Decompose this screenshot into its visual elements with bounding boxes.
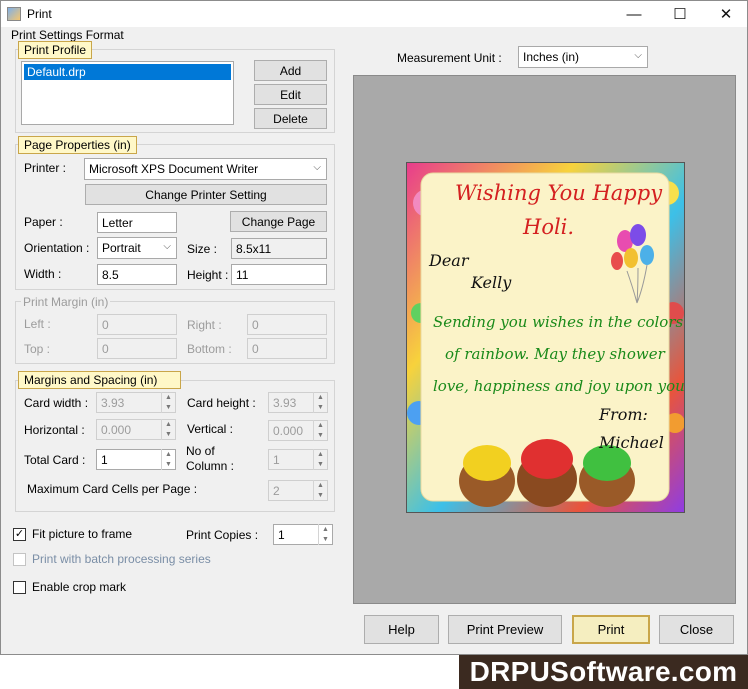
vertical-spinner[interactable]: ▲ ▼ [313,420,327,441]
page-properties-label: Page Properties (in) [18,136,137,154]
close-button[interactable]: Close [659,615,734,644]
height-field[interactable]: 11 [231,264,327,285]
watermark-logo: DRPUSoftware.com [459,655,748,689]
right-label: Right : [187,318,222,332]
card-message-line3: love, happiness and joy upon you! [433,377,685,395]
fit-picture-label: Fit picture to frame [32,527,133,541]
change-printer-button[interactable]: Change Printer Setting [85,184,327,205]
column-spinner[interactable]: ▲ ▼ [313,449,327,470]
print-copies-spinner[interactable]: ▲ ▼ [318,524,332,545]
left-margin-field[interactable]: 0 [97,314,177,335]
horizontal-label: Horizontal : [24,423,85,437]
paper-label: Paper : [24,215,63,229]
measurement-value: Inches (in) [523,50,580,64]
card-sender: Michael [599,433,664,452]
card-message-line1: Sending you wishes in the colors [433,313,684,331]
edit-profile-button[interactable]: Edit [254,84,327,105]
max-cells-label: Maximum Card Cells per Page : [27,482,198,496]
fit-picture-checkbox[interactable]: ✓ [13,528,26,541]
card-width-spinner[interactable]: ▲ ▼ [161,392,175,413]
card-recipient: Kelly [471,273,512,292]
maximize-button[interactable]: ☐ [657,1,703,27]
height-label: Height : [187,268,229,282]
top-label: Top : [24,342,51,356]
card-height-spinner[interactable]: ▲ ▼ [313,392,327,413]
delete-profile-button[interactable]: Delete [254,108,327,129]
top-margin-field[interactable]: 0 [97,338,177,359]
app-icon [7,7,21,21]
no-of-label: No of [186,444,215,458]
chevron-down-icon: ⌵ [634,50,642,61]
print-copies-label: Print Copies : [186,528,259,542]
orientation-label: Orientation : [24,241,90,255]
profile-list[interactable]: Default.drp [21,61,234,125]
paper-field[interactable]: Letter [97,212,177,233]
settings-group-label: Print Settings Format [11,28,124,42]
printer-label: Printer : [24,161,67,175]
vertical-label: Vertical : [187,422,234,436]
measurement-label: Measurement Unit : [397,51,502,65]
max-cells-spinner[interactable]: ▲ ▼ [313,480,327,501]
print-preview-button[interactable]: Print Preview [448,615,562,644]
add-profile-button[interactable]: Add [254,60,327,81]
help-button[interactable]: Help [364,615,439,644]
print-button[interactable]: Print [572,615,650,644]
card-preview: Wishing You Happy Holi. Dear Kelly Sendi… [406,162,685,513]
horizontal-spinner[interactable]: ▲ ▼ [161,419,175,440]
crop-mark-label: Enable crop mark [32,580,127,594]
left-label: Left : [24,317,51,331]
printer-select[interactable]: Microsoft XPS Document Writer ⌵ [84,158,327,180]
crop-mark-checkbox[interactable] [13,581,26,594]
chevron-down-icon: ⌵ [313,162,321,173]
total-card-spinner[interactable]: ▲ ▼ [161,449,175,470]
window-title: Print [27,7,52,21]
chevron-down-icon: ⌵ [163,241,171,252]
change-page-button[interactable]: Change Page [230,211,327,232]
card-greeting-line1: Wishing You Happy [455,181,663,205]
column-label: Column : [186,459,235,473]
card-width-label: Card width : [24,396,89,410]
print-margin-label: Print Margin (in) [21,295,111,309]
batch-label: Print with batch processing series [32,552,211,566]
close-window-button[interactable]: ✕ [703,1,748,27]
card-dear: Dear [429,251,469,270]
total-card-label: Total Card : [24,453,86,467]
orientation-select[interactable]: Portrait ⌵ [97,237,177,259]
bottom-margin-field[interactable]: 0 [247,338,327,359]
width-label: Width : [24,267,62,281]
print-profile-label: Print Profile [18,41,93,59]
card-height-label: Card height : [187,396,256,410]
minimize-button[interactable]: — [611,1,657,27]
card-message-line2: of rainbow. May they shower [445,345,665,363]
card-greeting-line2: Holi. [523,215,575,239]
card-from: From: [599,405,648,424]
size-field[interactable]: 8.5x11 [231,238,327,259]
right-margin-field[interactable]: 0 [247,314,327,335]
size-label: Size : [187,242,218,256]
title-bar: Print — ☐ ✕ [1,1,747,27]
bottom-label: Bottom : [187,342,232,356]
batch-checkbox[interactable] [13,553,26,566]
measurement-select[interactable]: Inches (in) ⌵ [518,46,648,68]
print-window: Print — ☐ ✕ Print Settings Format Print … [0,0,748,655]
printer-value: Microsoft XPS Document Writer [89,162,259,176]
orientation-value: Portrait [102,241,141,255]
margins-spacing-label: Margins and Spacing (in) [18,371,181,389]
profile-item[interactable]: Default.drp [24,64,231,80]
width-field[interactable]: 8.5 [97,264,177,285]
